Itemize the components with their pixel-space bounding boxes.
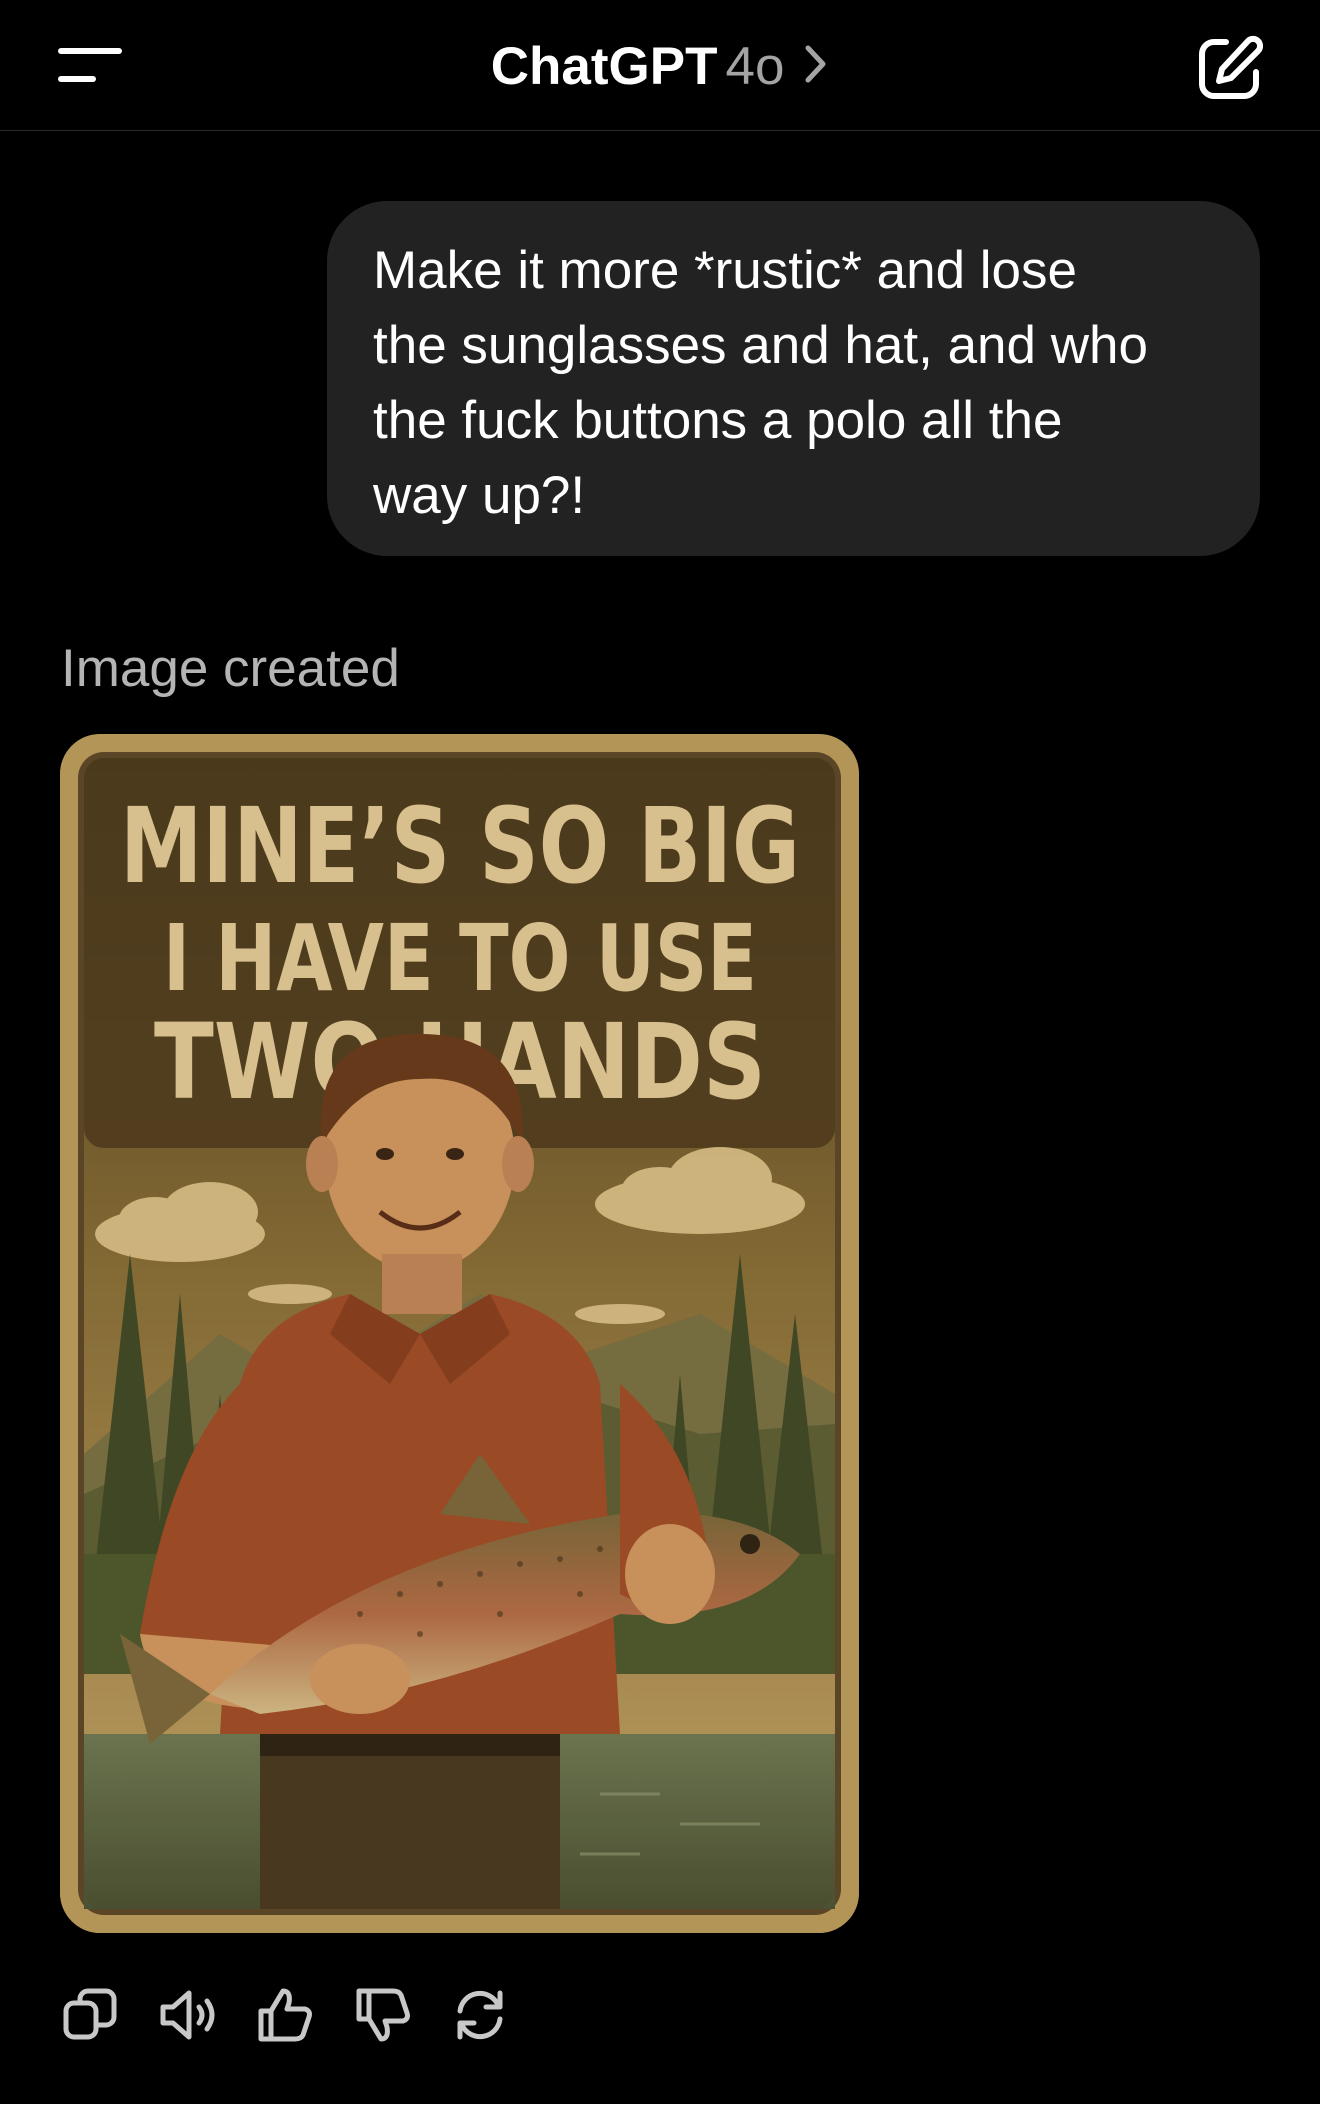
- image-created-label: Image created: [61, 639, 400, 698]
- thumbs-up-icon[interactable]: [255, 1985, 315, 2045]
- compose-icon[interactable]: [1196, 34, 1264, 102]
- model-name: 4o: [725, 37, 785, 96]
- top-bar: ChatGPT 4o: [0, 0, 1320, 131]
- regenerate-icon[interactable]: [450, 1985, 510, 2045]
- copy-icon[interactable]: [60, 1985, 120, 2045]
- thumbs-down-icon[interactable]: [353, 1985, 413, 2045]
- user-message-line: way up?!: [373, 466, 586, 525]
- read-aloud-icon[interactable]: [157, 1985, 217, 2045]
- chevron-right-icon: [803, 34, 829, 100]
- user-message-bubble: Make it more *rustic* and lose the sungl…: [327, 201, 1260, 556]
- user-message-line: the fuck buttons a polo all the: [373, 391, 1063, 450]
- app-title: ChatGPT: [490, 37, 718, 96]
- user-message-line: Make it more *rustic* and lose: [373, 241, 1078, 300]
- generated-image[interactable]: MINE’S SO BIG I HAVE TO USE TWO HANDS: [60, 734, 859, 1933]
- model-selector[interactable]: ChatGPT 4o: [0, 34, 1320, 100]
- user-message-line: the sunglasses and hat, and who: [373, 316, 1148, 375]
- poster-artwork: MINE’S SO BIG I HAVE TO USE TWO HANDS: [60, 734, 859, 1933]
